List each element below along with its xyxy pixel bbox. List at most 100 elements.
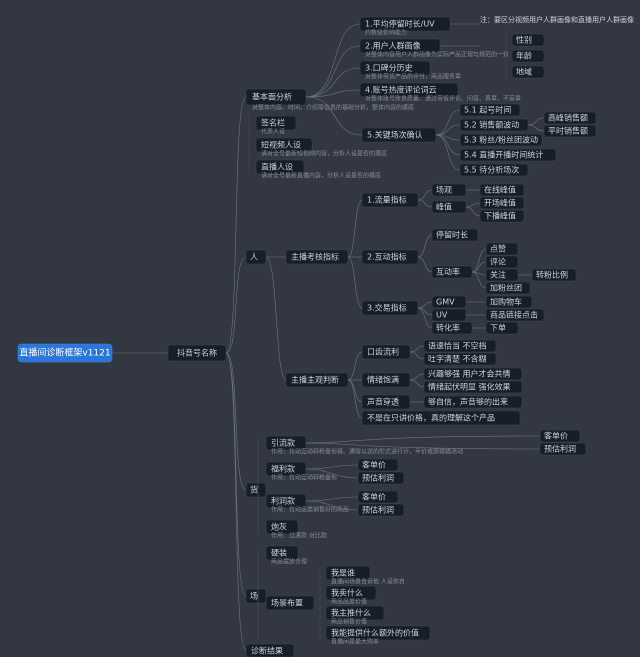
m1-0[interactable]: 场观	[432, 184, 466, 196]
top-right-1[interactable]: 2.用户人群画像对整体内容用户人群画像为实际产品正规与规范的一致	[360, 39, 509, 59]
m2-1-2[interactable]: 关注	[486, 269, 518, 281]
svg-text:地域: 地域	[516, 67, 532, 77]
svg-text:5.3 粉丝/粉丝团波动: 5.3 粉丝/粉丝团波动	[464, 135, 538, 145]
svg-text:GMV: GMV	[436, 298, 455, 307]
m2-1-extra[interactable]: 转粉比例	[532, 269, 576, 281]
svg-text:客单价: 客单价	[362, 492, 386, 502]
top-r4-1-0[interactable]: 高峰销售额	[544, 112, 596, 124]
svg-text:商品品类价值: 商品品类价值	[331, 598, 367, 606]
subj-0-1[interactable]: 吐字清楚 不含糊	[424, 353, 496, 365]
svg-text:语速恰当 不空档: 语速恰当 不空档	[428, 341, 487, 351]
top-r4-3[interactable]: 5.4 直播开播时间统计	[460, 149, 556, 161]
goods-2[interactable]: 利润款作用：拉动品类销售好的商品	[266, 494, 349, 514]
svg-text:商品摆放合理: 商品摆放合理	[271, 558, 307, 566]
svg-text:约数级影响能力: 约数级影响能力	[365, 29, 407, 37]
subj-1-1[interactable]: 情绪起伏明显 强化效果	[424, 381, 522, 393]
top-r4-4[interactable]: 5.5 待分析场次	[460, 164, 528, 176]
s1-1[interactable]: 我卖什么商品品类价值	[326, 586, 376, 606]
m2-1[interactable]: 互动率	[432, 266, 472, 278]
s1-3[interactable]: 我能提供什么额外的价值直播间是最大购本	[326, 626, 430, 646]
svg-text:评论: 评论	[490, 257, 506, 267]
svg-text:峰值: 峰值	[436, 202, 452, 212]
svg-text:直播人设: 直播人设	[261, 162, 293, 172]
metric-1[interactable]: 1.流量指标	[362, 193, 418, 207]
root-node[interactable]: 直播间诊断框架v1121	[18, 344, 112, 362]
svg-text:情绪起伏明显 强化效果: 情绪起伏明显 强化效果	[428, 382, 511, 392]
top-r4-0[interactable]: 5.1 起号时间	[460, 104, 520, 116]
svg-text:客单价: 客单价	[544, 431, 568, 441]
goods-branch[interactable]: 货	[246, 483, 266, 497]
m1-1-2[interactable]: 下播峰值	[480, 210, 524, 222]
metric-3[interactable]: 3.交易指标	[362, 301, 418, 315]
subj-2-0[interactable]: 够自信，声音够的出来	[424, 396, 522, 408]
svg-text:平时销售额: 平时销售额	[548, 126, 588, 136]
g0-0[interactable]: 客单价	[540, 430, 580, 442]
m1-1-0[interactable]: 在线峰值	[480, 184, 524, 196]
subj-0[interactable]: 口齿流利	[362, 345, 410, 359]
stage-1[interactable]: 场景布置	[266, 596, 314, 610]
note-0[interactable]: 性别	[512, 34, 544, 46]
top-child-2[interactable]: 直播人设 请对全号最新直播内容，分析人设是否的摸底	[256, 160, 381, 180]
mindmap-canvas[interactable]: 直播间诊断框架v1121 抖音号名称 基本面分析 对整体内容、时间、介绍等信息的…	[0, 0, 640, 657]
svg-text:转化率: 转化率	[436, 323, 460, 333]
m2-1-3[interactable]: 加粉丝团	[486, 282, 530, 294]
top-r4-1-1[interactable]: 平时销售额	[544, 125, 596, 137]
note-1[interactable]: 年龄	[512, 50, 544, 62]
top-r4-2[interactable]: 5.3 粉丝/粉丝团波动	[460, 134, 542, 146]
g1-0[interactable]: 客单价	[358, 459, 398, 471]
svg-text:炮灰: 炮灰	[271, 522, 287, 532]
m3-1[interactable]: UV	[432, 309, 466, 321]
svg-text:5.4 直播开播时间统计: 5.4 直播开播时间统计	[464, 150, 543, 160]
top-right-2[interactable]: 3.口碑分历史对整体带货产品的评分，商品服务章	[360, 61, 461, 81]
m3-2-0[interactable]: 下单	[486, 322, 518, 334]
svg-text:利润款: 利润款	[271, 496, 295, 506]
top-right-3[interactable]: 4.账号热度评论词云对整体账号败食质量、通过带货评论、问答、真章、不妄章	[360, 83, 521, 103]
m2-1-1[interactable]: 评论	[486, 256, 518, 268]
top-r4-1[interactable]: 5.2 销售额波动	[460, 119, 528, 131]
m1-1-1[interactable]: 开场峰值	[480, 197, 524, 209]
s1-0[interactable]: 我是谁直播间场景告诉他 人设你自	[326, 566, 405, 586]
person-subj[interactable]: 主播主观判断	[286, 373, 348, 387]
subj-0-0[interactable]: 语速恰当 不空档	[424, 340, 496, 352]
person-branch[interactable]: 人	[246, 250, 266, 264]
person-assess[interactable]: 主播考核指标	[286, 250, 348, 264]
subj-1[interactable]: 情绪饱满	[362, 373, 410, 387]
diag-result[interactable]: 诊断结果	[246, 644, 294, 657]
svg-text:3.口碑分历史: 3.口碑分历史	[365, 63, 413, 73]
m2-1-0[interactable]: 点赞	[486, 243, 518, 255]
svg-text:代表人设: 代表人设	[261, 128, 285, 136]
m3-1-0[interactable]: 商品链接点击	[486, 309, 544, 321]
svg-text:兴趣够强 用户才会共情: 兴趣够强 用户才会共情	[428, 369, 511, 379]
svg-text:作用：拉动品类销售好的商品: 作用：拉动品类销售好的商品	[271, 506, 349, 514]
g1-1[interactable]: 预估利润	[358, 472, 404, 484]
subj-1-0[interactable]: 兴趣够强 用户才会共情	[424, 368, 522, 380]
m3-0[interactable]: GMV	[432, 296, 466, 308]
m1-1[interactable]: 峰值	[432, 201, 466, 213]
svg-text:主播主观判断: 主播主观判断	[291, 375, 339, 385]
svg-text:我卖什么: 我卖什么	[331, 588, 363, 598]
top-child-0[interactable]: 签名栏 代表人设	[256, 116, 296, 136]
svg-text:短视频人设: 短视频人设	[261, 140, 301, 150]
m3-0-0[interactable]: 加购物车	[486, 296, 532, 308]
top-right-4[interactable]: 5.关键场次确认	[362, 128, 436, 142]
level1-node[interactable]: 抖音号名称	[168, 345, 226, 361]
m2-0[interactable]: 停留时长	[432, 229, 478, 241]
svg-text:下单: 下单	[490, 323, 506, 333]
top-right-0[interactable]: 1.平均停留时长/UV约数级影响能力	[360, 17, 450, 37]
goods-3[interactable]: 炮灰作用：过渡款 对比款	[266, 520, 327, 540]
metric-2[interactable]: 2.互动指标	[362, 250, 418, 264]
subj-3[interactable]: 不是在只讲价格，真的理解这个产品	[362, 411, 520, 425]
stage-branch[interactable]: 场	[246, 589, 266, 603]
svg-text:5.关键场次确认: 5.关键场次确认	[367, 130, 423, 140]
g2-1[interactable]: 预估利润	[358, 504, 404, 516]
note-2[interactable]: 地域	[512, 66, 544, 78]
g2-0[interactable]: 客单价	[358, 491, 398, 503]
svg-text:开场峰值: 开场峰值	[484, 198, 516, 208]
m3-2[interactable]: 转化率	[432, 322, 472, 334]
stage-0[interactable]: 硬装商品摆放合理	[266, 546, 307, 566]
s1-2[interactable]: 我主推什么商品销售价值	[326, 606, 384, 626]
svg-text:5.2 销售额波动: 5.2 销售额波动	[464, 120, 519, 130]
subj-2[interactable]: 声音穿透	[362, 395, 410, 409]
svg-text:加粉丝团: 加粉丝团	[490, 283, 522, 293]
g0-1[interactable]: 预估利润	[540, 443, 586, 455]
